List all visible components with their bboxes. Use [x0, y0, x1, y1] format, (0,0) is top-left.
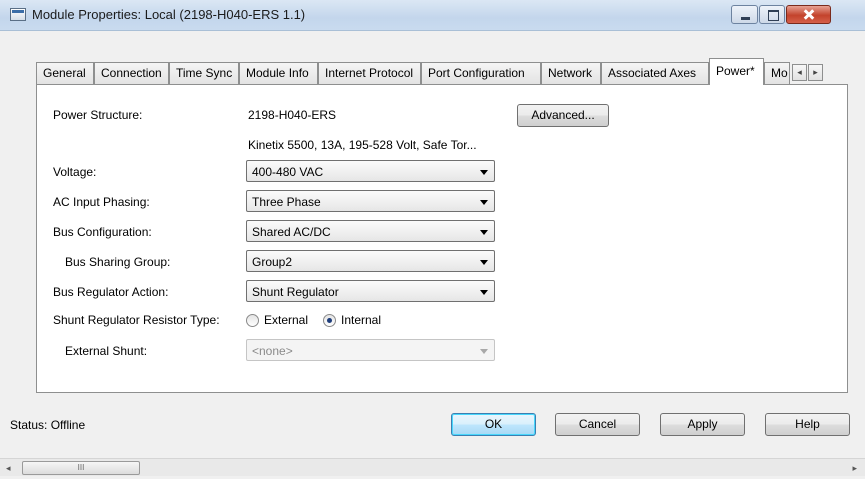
ok-button[interactable]: OK: [451, 413, 536, 436]
ac-input-phasing-dropdown[interactable]: Three Phase: [246, 190, 495, 212]
tab-port-configuration[interactable]: Port Configuration: [421, 62, 541, 84]
status-text: Status: Offline: [10, 418, 86, 432]
bus-configuration-dropdown[interactable]: Shared AC/DC: [246, 220, 495, 242]
power-structure-label: Power Structure:: [53, 108, 143, 122]
bus-sharing-group-label: Bus Sharing Group:: [65, 255, 171, 269]
tab-network[interactable]: Network: [541, 62, 601, 84]
chevron-down-icon: [480, 170, 488, 175]
module-properties-window: Module Properties: Local (2198-H040-ERS …: [0, 0, 865, 479]
cancel-button[interactable]: Cancel: [555, 413, 640, 436]
bus-sharing-group-value: Group2: [252, 255, 293, 269]
close-button[interactable]: [786, 5, 831, 24]
scroll-left-arrow-icon[interactable]: ◂: [6, 463, 11, 474]
external-shunt-label: External Shunt:: [65, 344, 148, 358]
window-app-icon: [10, 8, 26, 21]
scroll-right-arrow-icon[interactable]: ▸: [852, 463, 857, 474]
tab-associated-axes[interactable]: Associated Axes: [601, 62, 709, 84]
minimize-button[interactable]: [731, 5, 758, 24]
shunt-external-radio[interactable]: [246, 314, 259, 327]
shunt-internal-label[interactable]: Internal: [341, 313, 381, 327]
power-structure-value: 2198-H040-ERS: [248, 108, 337, 122]
power-tab-panel: Power Structure: 2198-H040-ERS Advanced.…: [36, 84, 848, 393]
maximize-button[interactable]: [759, 5, 785, 24]
chevron-down-icon: [480, 349, 488, 354]
chevron-down-icon: [480, 290, 488, 295]
chevron-down-icon: [480, 260, 488, 265]
power-structure-description: Kinetix 5500, 13A, 195-528 Volt, Safe To…: [248, 138, 477, 152]
shunt-internal-radio[interactable]: [323, 314, 336, 327]
tab-connection[interactable]: Connection: [94, 62, 169, 84]
external-shunt-dropdown: <none>: [246, 339, 495, 361]
tab-time-sync[interactable]: Time Sync: [169, 62, 239, 84]
advanced-button[interactable]: Advanced...: [517, 104, 609, 127]
apply-button[interactable]: Apply: [660, 413, 745, 436]
voltage-label: Voltage:: [53, 165, 97, 179]
bus-regulator-action-label: Bus Regulator Action:: [53, 285, 169, 299]
window-title: Module Properties: Local (2198-H040-ERS …: [32, 7, 306, 22]
chevron-down-icon: [480, 200, 488, 205]
horizontal-scrollbar[interactable]: ◂ III ▸: [0, 458, 865, 476]
tab-scroll-right-button[interactable]: ▸: [808, 64, 823, 81]
bus-sharing-group-dropdown[interactable]: Group2: [246, 250, 495, 272]
bus-configuration-label: Bus Configuration:: [53, 225, 152, 239]
chevron-down-icon: [480, 230, 488, 235]
bus-configuration-value: Shared AC/DC: [252, 225, 331, 239]
tab-module-info[interactable]: Module Info: [239, 62, 318, 84]
shunt-regulator-resistor-type-label: Shunt Regulator Resistor Type:: [53, 313, 220, 327]
tab-motor[interactable]: Mo: [764, 62, 790, 84]
ac-input-phasing-value: Three Phase: [252, 195, 321, 209]
bus-regulator-action-dropdown[interactable]: Shunt Regulator: [246, 280, 495, 302]
voltage-dropdown[interactable]: 400-480 VAC: [246, 160, 495, 182]
tab-scroll-left-button[interactable]: ◂: [792, 64, 807, 81]
ac-input-phasing-label: AC Input Phasing:: [53, 195, 150, 209]
title-bar[interactable]: Module Properties: Local (2198-H040-ERS …: [0, 0, 865, 31]
help-button[interactable]: Help: [765, 413, 850, 436]
tab-internet-protocol[interactable]: Internet Protocol: [318, 62, 421, 84]
bus-regulator-action-value: Shunt Regulator: [252, 285, 339, 299]
voltage-value: 400-480 VAC: [252, 165, 324, 179]
shunt-external-label[interactable]: External: [264, 313, 308, 327]
external-shunt-value: <none>: [252, 344, 293, 358]
scrollbar-thumb[interactable]: III: [22, 461, 140, 475]
tab-power[interactable]: Power*: [709, 58, 764, 85]
tab-general[interactable]: General: [36, 62, 94, 84]
